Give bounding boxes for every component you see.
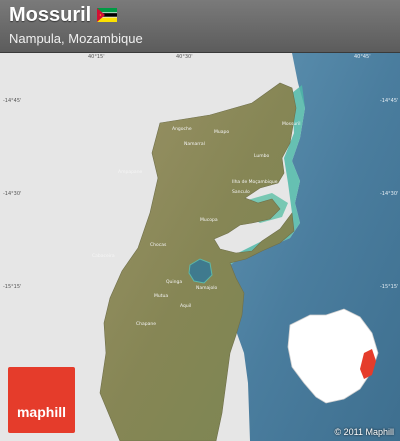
longitude-label: 40°15' bbox=[88, 54, 105, 60]
place-label: Quinga bbox=[166, 279, 182, 285]
place-label: Chocas bbox=[150, 242, 167, 248]
logo-text: maphill bbox=[16, 404, 66, 420]
latitude-label: -14°30' bbox=[3, 191, 21, 197]
place-label: Mucopa bbox=[200, 217, 218, 223]
page-title: Mossuril bbox=[9, 4, 92, 26]
place-label: Ilha de Moçambique bbox=[232, 179, 278, 185]
latitude-label: -14°45' bbox=[380, 98, 398, 104]
latitude-label: -14°45' bbox=[3, 98, 21, 104]
place-label: Chapane bbox=[136, 321, 156, 327]
longitude-label: 40°45' bbox=[354, 54, 371, 60]
copyright-text: © 2011 Maphill bbox=[334, 427, 395, 437]
latitude-label: -15°15' bbox=[3, 284, 21, 290]
longitude-label: 40°30' bbox=[176, 54, 193, 60]
header-bar: Mossuril Nampula, Mozambique bbox=[0, 0, 400, 53]
place-label: Mutua bbox=[154, 293, 168, 299]
place-label: Namarral bbox=[184, 141, 205, 147]
maphill-logo[interactable]: maphill bbox=[8, 367, 75, 433]
place-label: Mossuril bbox=[282, 121, 301, 127]
place-label: Namajolo bbox=[196, 285, 218, 291]
page-subtitle: Nampula, Mozambique bbox=[9, 31, 143, 46]
place-label: Cabaceira bbox=[92, 253, 115, 259]
place-label: Angoche bbox=[172, 126, 192, 132]
latitude-label: -14°30' bbox=[380, 191, 398, 197]
place-label: Ampapane bbox=[118, 169, 143, 175]
latitude-label: -15°15' bbox=[380, 284, 398, 290]
place-label: Sanculo bbox=[232, 189, 250, 195]
place-label: Muapo bbox=[214, 129, 229, 135]
map-frame: Mossuril Nampula, Mozambique 40°15' 40°3… bbox=[0, 0, 400, 441]
place-label: Aquil bbox=[180, 303, 191, 309]
mozambique-flag-icon bbox=[97, 8, 117, 22]
place-label: Lumbo bbox=[254, 153, 270, 159]
